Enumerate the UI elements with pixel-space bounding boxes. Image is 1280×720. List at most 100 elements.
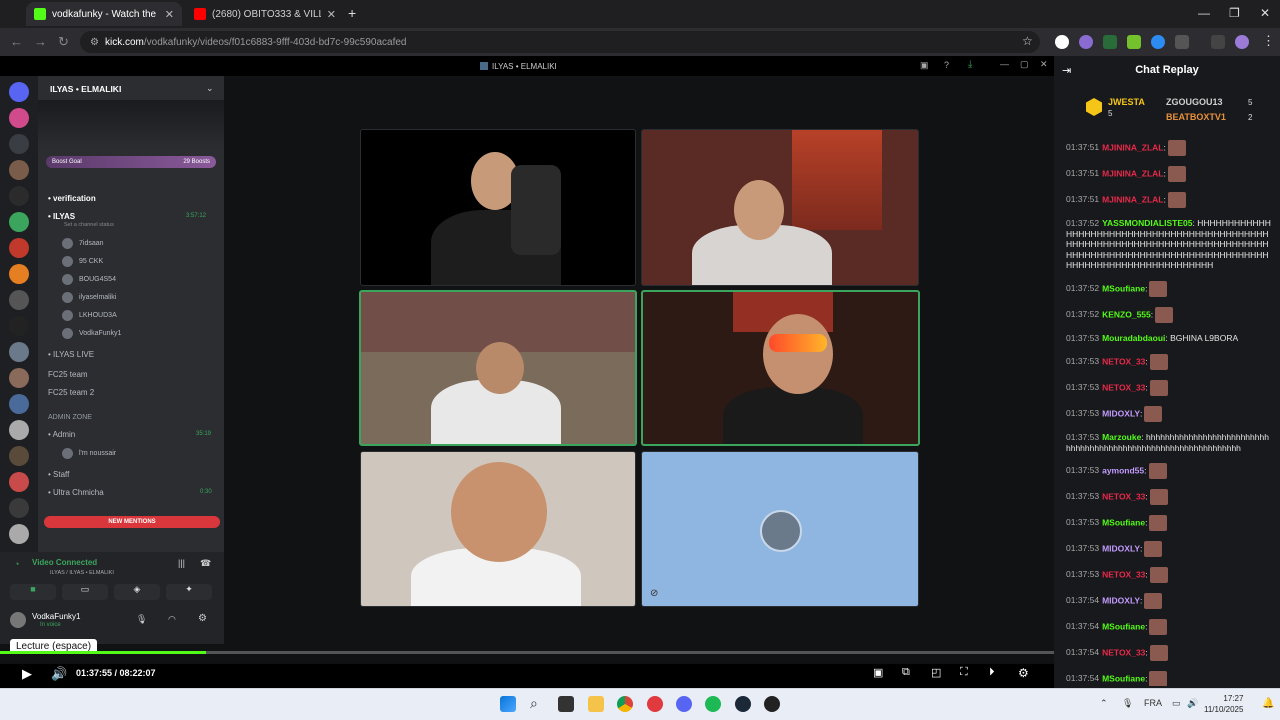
video-tile-user-2 [641, 129, 919, 286]
clip-icon[interactable]: ⧉ [902, 666, 910, 679]
chat-message: 01:37:52 YASSMONDIALISTE05: HHHHHHHHHHHHH… [1066, 218, 1272, 271]
extensions-puzzle-icon[interactable] [1175, 35, 1189, 49]
video-player[interactable]: ILYAS • ELMALIKI ▣ ? ⤓ — ▢ ✕ ILYAS • ELM… [0, 56, 1054, 688]
system-clock[interactable]: 17:27 11/10/2025 [1204, 693, 1243, 715]
extension-icon[interactable] [1103, 35, 1117, 49]
avatar [10, 612, 26, 628]
language-indicator[interactable]: FRA [1144, 698, 1162, 708]
chat-username[interactable]: NETOX_33 [1102, 647, 1145, 657]
channel-verification: • verification [48, 194, 96, 203]
volume-icon[interactable]: 🔊 [1187, 698, 1198, 709]
chat-message: 01:37:52 KENZO_555: [1066, 307, 1272, 323]
chat-text: : [1145, 621, 1148, 632]
voice-user: l'm noussair [62, 448, 116, 459]
chat-emote-icon [1144, 593, 1163, 609]
tab-search-icon[interactable] [1211, 35, 1225, 49]
discord-icon[interactable] [676, 696, 692, 712]
help-icon: ? [944, 60, 950, 70]
spotify-icon[interactable] [705, 696, 721, 712]
windows-taskbar [0, 688, 1280, 720]
chat-username[interactable]: NETOX_33 [1102, 569, 1145, 579]
server-icon [9, 186, 29, 206]
obs-icon[interactable] [764, 696, 780, 712]
microphone-icon[interactable]: 🎙 [1122, 698, 1133, 709]
menu-kebab-icon[interactable]: ⋮ [1262, 33, 1275, 49]
windows-start-icon[interactable] [500, 696, 516, 712]
close-tab-icon[interactable]: ✕ [165, 8, 174, 21]
chat-text: : BGHINA L9BORA [1165, 333, 1239, 343]
chat-username[interactable]: MSoufiane [1102, 673, 1145, 683]
back-icon[interactable]: ← [10, 34, 23, 49]
disconnect-icon: ☎ [200, 558, 212, 568]
forward-icon[interactable]: → [34, 34, 47, 49]
chat-username[interactable]: MSoufiane [1102, 283, 1145, 293]
pip-icon[interactable]: ◰ [931, 666, 941, 679]
chat-username[interactable]: NETOX_33 [1102, 356, 1145, 366]
chat-message: 01:37:53 NETOX_33: [1066, 489, 1272, 505]
chrome-icon[interactable] [617, 696, 633, 712]
chat-emote-icon [1149, 489, 1168, 505]
chat-username[interactable]: MJININA_ZLAL [1102, 194, 1163, 204]
chat-username[interactable]: NETOX_33 [1102, 491, 1145, 501]
voice-user-name: 7idsaan [79, 240, 104, 247]
chat-username[interactable]: MJININA_ZLAL [1102, 142, 1163, 152]
user-name: VodkaFunky1 [32, 612, 81, 621]
chat-text: : [1163, 194, 1166, 205]
tab-youtube[interactable]: (2680) OBITO333 & VILLAIN fe ✕ [186, 2, 344, 26]
close-tab-icon[interactable]: ✕ [327, 8, 336, 21]
chat-username[interactable]: Mouradabdaoui [1102, 333, 1165, 343]
chat-username[interactable]: NETOX_33 [1102, 382, 1145, 392]
person-head [476, 342, 524, 394]
minimize-icon[interactable]: — [1198, 6, 1210, 20]
show-hidden-icons-icon[interactable]: ⌃ [1100, 698, 1108, 709]
volume-icon[interactable]: 🔊 [51, 666, 67, 682]
url-field[interactable]: ⚙ kick.com/vodkafunky/videos/f01c6883-9f… [80, 31, 1040, 53]
play-button[interactable]: ▶ [22, 666, 32, 682]
server-icon [9, 238, 29, 258]
chat-username[interactable]: YASSMONDIALISTE05 [1102, 218, 1192, 228]
chat-username[interactable]: MJININA_ZLAL [1102, 168, 1163, 178]
chat-username[interactable]: MSoufiane [1102, 517, 1145, 527]
profile-avatar[interactable] [1235, 35, 1249, 49]
server-icon [9, 368, 29, 388]
server-icon [9, 316, 29, 336]
avatar [62, 274, 73, 285]
new-tab-button[interactable]: + [348, 5, 356, 21]
settings-gear-icon[interactable]: ⚙ [1018, 666, 1029, 680]
theater-mode-icon[interactable]: ▣ [873, 666, 883, 679]
fullscreen-icon[interactable]: ⛶ [960, 666, 968, 679]
bookmark-star-icon[interactable]: ☆ [1022, 34, 1033, 48]
search-icon[interactable]: ⌕ [530, 695, 538, 712]
chat-message: 01:37:53 aymond55: [1066, 463, 1272, 479]
extension-icon[interactable] [1127, 35, 1141, 49]
steam-icon[interactable] [735, 696, 751, 712]
extension-icon[interactable] [1055, 35, 1069, 49]
extension-icon[interactable] [1151, 35, 1165, 49]
notifications-icon[interactable]: 🔔 [1262, 698, 1274, 709]
reload-icon[interactable]: ↻ [58, 34, 69, 50]
channel-timer: 0:30 [200, 489, 212, 495]
task-view-icon[interactable] [558, 696, 574, 712]
app-icon[interactable] [647, 696, 663, 712]
chat-timestamp: 01:37:53 [1066, 408, 1100, 419]
chat-username[interactable]: Marzouke [1102, 432, 1141, 442]
site-info-icon[interactable]: ⚙ [90, 37, 99, 48]
extension-icon[interactable] [1079, 35, 1093, 49]
chat-username[interactable]: aymond55 [1102, 465, 1144, 475]
chat-username[interactable]: MSoufiane [1102, 621, 1145, 631]
chat-username[interactable]: MIDOXLY [1102, 595, 1140, 605]
file-explorer-icon[interactable] [588, 696, 604, 712]
close-window-icon[interactable]: ✕ [1260, 6, 1270, 20]
top-gifter-3-count: 2 [1248, 113, 1253, 122]
avatar [62, 328, 73, 339]
restore-icon[interactable]: ❐ [1229, 6, 1240, 20]
chat-username[interactable]: KENZO_555 [1102, 309, 1151, 319]
speed-icon[interactable]: ⏵ [989, 666, 995, 679]
chat-username[interactable]: MIDOXLY [1102, 408, 1140, 418]
tab-kick[interactable]: vodkafunky - Watch the VO ✕ [26, 2, 182, 26]
network-icon[interactable]: ▭ [1172, 698, 1181, 709]
stream-minimize-icon: — [1000, 59, 1009, 69]
chat-emote-icon [1149, 671, 1168, 686]
chat-username[interactable]: MIDOXLY [1102, 543, 1140, 553]
person-head [763, 314, 833, 394]
